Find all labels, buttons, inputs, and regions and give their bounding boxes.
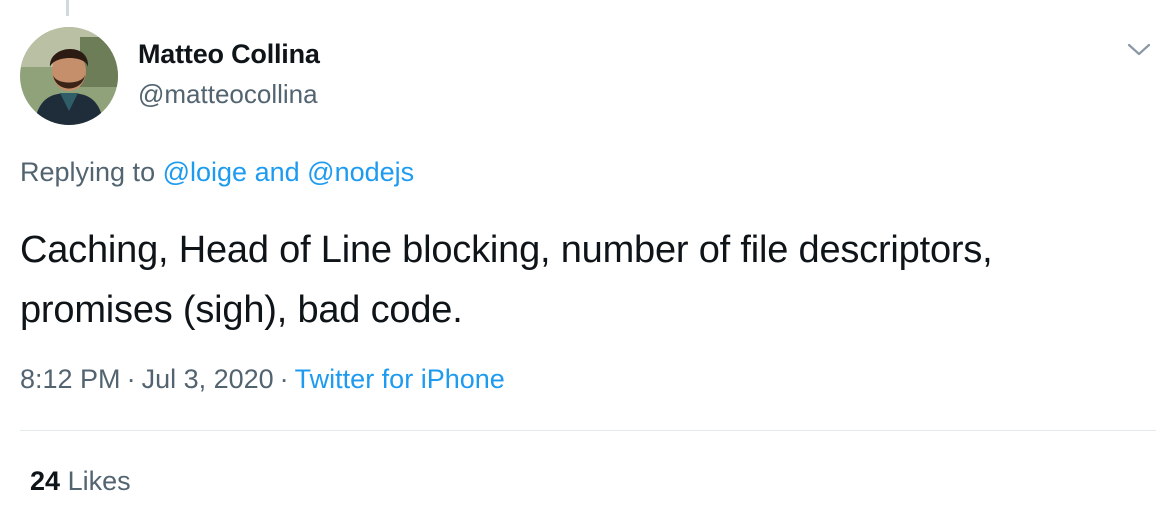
likes-stat[interactable]: 24 Likes	[30, 466, 131, 497]
divider	[20, 430, 1156, 431]
likes-count: 24	[30, 466, 61, 496]
author-handle[interactable]: @matteocollina	[138, 79, 318, 110]
thread-connector-line	[66, 0, 69, 16]
tweet-source[interactable]: Twitter for iPhone	[295, 364, 505, 394]
likes-label: Likes	[67, 466, 131, 496]
mention-loige[interactable]: @loige	[163, 157, 247, 187]
chevron-down-icon[interactable]	[1126, 40, 1152, 60]
tweet-text: Caching, Head of Line blocking, number o…	[20, 229, 993, 331]
author-name[interactable]: Matteo Collina	[138, 39, 320, 70]
tweet-meta: 8:12 PM · Jul 3, 2020 · Twitter for iPhone	[20, 364, 505, 395]
meta-separator: ·	[279, 364, 289, 394]
avatar-image	[20, 27, 118, 125]
mention-conjunction[interactable]: and	[255, 157, 300, 187]
avatar[interactable]	[20, 27, 118, 125]
meta-separator: ·	[126, 364, 136, 394]
replying-to-label: Replying to	[20, 157, 156, 187]
replying-to-line: Replying to @loige and @nodejs	[20, 157, 414, 188]
mention-nodejs[interactable]: @nodejs	[307, 157, 414, 187]
tweet-time[interactable]: 8:12 PM	[20, 364, 121, 394]
tweet-date[interactable]: Jul 3, 2020	[142, 364, 274, 394]
